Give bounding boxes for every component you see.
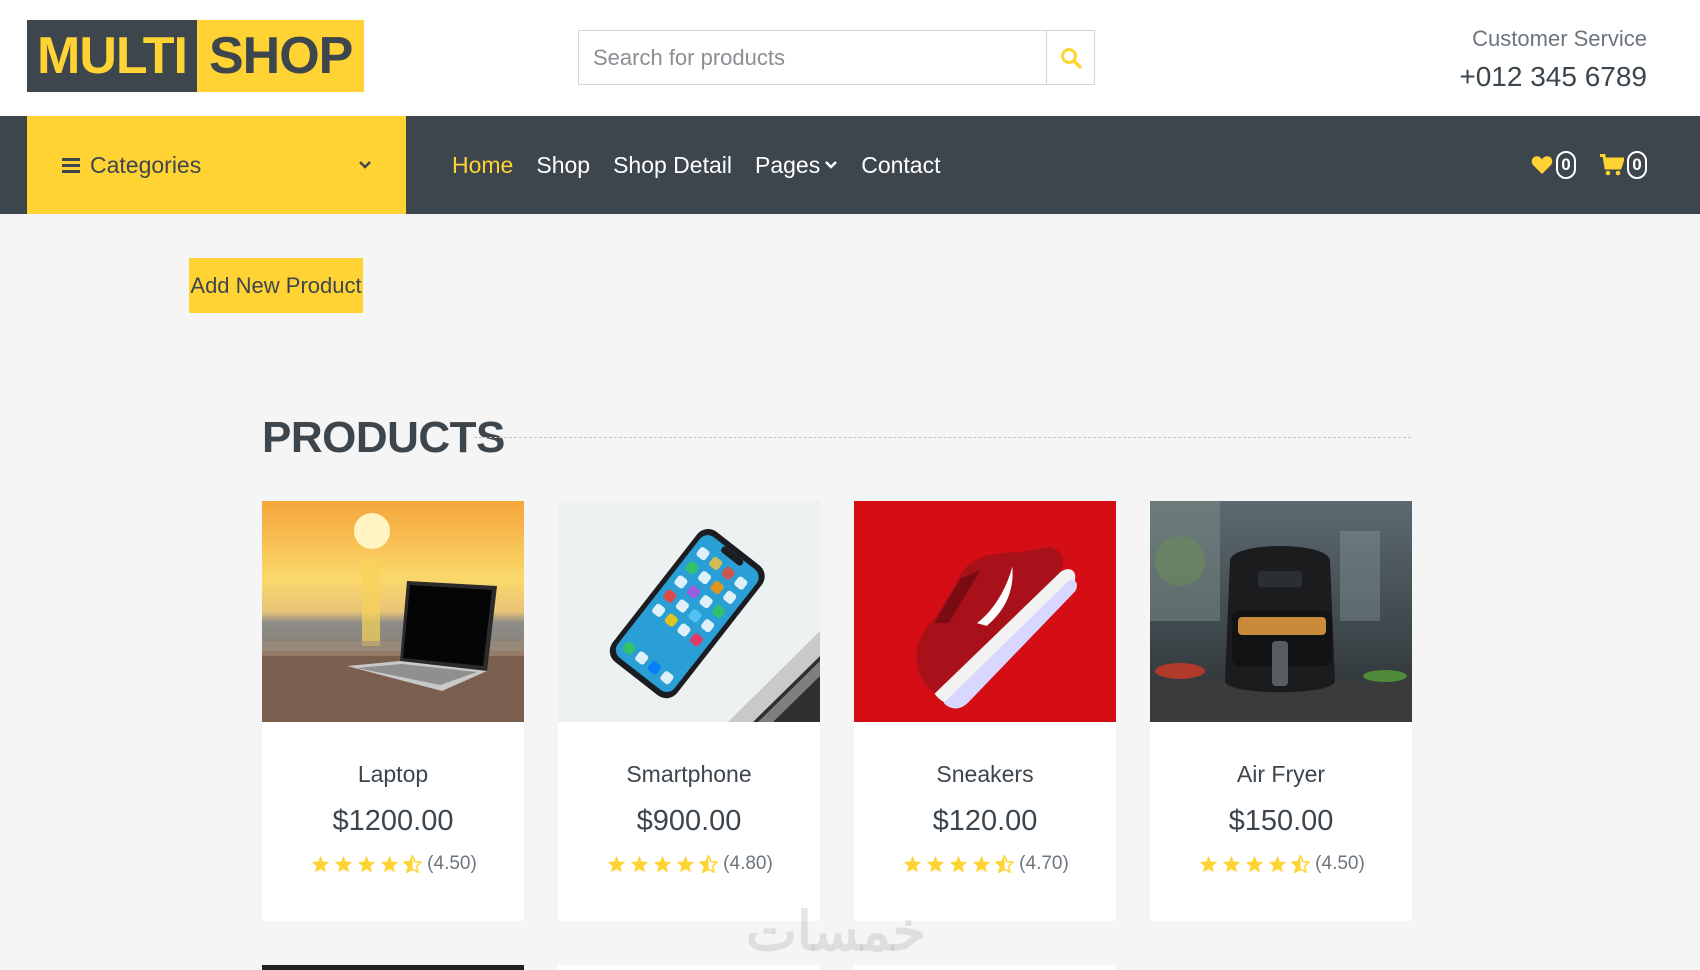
- product-image-smartphone[interactable]: [558, 501, 820, 722]
- product-image-sneakers[interactable]: [854, 501, 1116, 722]
- star-full-icon: [950, 855, 968, 873]
- star-full-icon: [631, 855, 649, 873]
- star-half-icon: [699, 855, 719, 873]
- watermark-text: خمسات: [746, 902, 927, 962]
- search-input[interactable]: [579, 31, 1046, 84]
- product-image-laptop[interactable]: [262, 501, 524, 722]
- star-full-icon: [654, 855, 672, 873]
- site-logo[interactable]: MULTI SHOP: [27, 20, 365, 92]
- rating-value: (4.50): [1315, 853, 1365, 874]
- nav-link-home[interactable]: Home: [452, 152, 513, 179]
- nav-link-shop[interactable]: Shop: [536, 152, 590, 179]
- star-full-icon: [335, 855, 353, 873]
- star-full-icon: [381, 855, 399, 873]
- star-half-icon: [1291, 855, 1311, 873]
- nav-link-pages-label: Pages: [755, 151, 821, 178]
- star-full-icon: [1246, 855, 1264, 873]
- add-new-product-button[interactable]: Add New Product: [189, 258, 363, 313]
- nav-icons: 0 0: [1507, 116, 1647, 214]
- products-section-title: PRODUCTS: [262, 413, 505, 462]
- star-full-icon: [1200, 855, 1218, 873]
- product-rating: (4.50): [1150, 853, 1412, 875]
- hamburger-icon: [62, 158, 80, 173]
- logo-shop-text: SHOP: [196, 20, 365, 92]
- star-full-icon: [973, 855, 991, 873]
- product-name[interactable]: Sneakers: [854, 761, 1116, 788]
- chevron-down-icon: [825, 161, 838, 169]
- cart-button[interactable]: 0: [1600, 151, 1647, 179]
- product-card-next-row[interactable]: [262, 965, 524, 970]
- chevron-down-icon: [359, 161, 371, 169]
- star-full-icon: [312, 855, 330, 873]
- product-card[interactable]: Laptop $1200.00 (4.50): [262, 501, 524, 921]
- nav-link-contact[interactable]: Contact: [861, 152, 940, 179]
- search-icon: [1060, 47, 1082, 69]
- product-card-next-row[interactable]: [558, 965, 820, 970]
- wishlist-count-badge: 0: [1556, 151, 1576, 179]
- product-image-air-fryer[interactable]: [1150, 501, 1412, 722]
- rating-value: (4.70): [1019, 853, 1069, 874]
- star-full-icon: [1223, 855, 1241, 873]
- logo-multi-text: MULTI: [27, 20, 197, 92]
- star-full-icon: [358, 855, 376, 873]
- cart-count-badge: 0: [1627, 151, 1647, 179]
- product-card[interactable]: Smartphone $900.00 (4.80): [558, 501, 820, 921]
- customer-service: Customer Service +012 345 6789: [1459, 24, 1647, 96]
- star-full-icon: [677, 855, 695, 873]
- product-price: $1200.00: [332, 805, 454, 837]
- product-price: $150.00: [1228, 805, 1334, 837]
- star-full-icon: [1269, 855, 1287, 873]
- top-header: MULTI SHOP Customer Service +012 345 678…: [0, 0, 1700, 116]
- product-card[interactable]: Air Fryer $150.00 (4.50): [1150, 501, 1412, 921]
- star-full-icon: [927, 855, 945, 873]
- categories-label: Categories: [90, 151, 202, 178]
- shopping-cart-icon: [1600, 154, 1624, 176]
- customer-service-label: Customer Service: [1472, 26, 1647, 51]
- product-rating: (4.50): [262, 853, 524, 875]
- rating-value: (4.80): [723, 853, 773, 874]
- star-half-icon: [995, 855, 1015, 873]
- nav-links: Home Shop Shop Detail Pages Contact: [452, 116, 963, 214]
- product-name[interactable]: Laptop: [262, 761, 524, 788]
- nav-link-shop-detail[interactable]: Shop Detail: [613, 152, 732, 179]
- product-price: $900.00: [636, 805, 742, 837]
- wishlist-button[interactable]: 0: [1531, 151, 1576, 179]
- star-full-icon: [608, 855, 626, 873]
- star-full-icon: [904, 855, 922, 873]
- search-button[interactable]: [1046, 31, 1094, 84]
- product-price: $120.00: [932, 805, 1038, 837]
- categories-dropdown[interactable]: Categories: [27, 116, 406, 214]
- rating-value: (4.50): [427, 853, 477, 874]
- nav-link-pages[interactable]: Pages: [755, 152, 838, 179]
- product-rating: (4.80): [558, 853, 820, 875]
- product-name[interactable]: Smartphone: [558, 761, 820, 788]
- search-bar: [578, 30, 1095, 85]
- product-rating: (4.70): [854, 853, 1116, 875]
- customer-service-phone: +012 345 6789: [1459, 61, 1647, 92]
- product-name[interactable]: Air Fryer: [1150, 761, 1412, 788]
- section-divider: [474, 437, 1411, 438]
- main-navbar: Categories Home Shop Shop Detail Pages C…: [0, 116, 1700, 214]
- heart-icon: [1531, 156, 1553, 174]
- star-half-icon: [403, 855, 423, 873]
- product-card[interactable]: Sneakers $120.00 (4.70): [854, 501, 1116, 921]
- product-card-next-row[interactable]: [854, 965, 1116, 970]
